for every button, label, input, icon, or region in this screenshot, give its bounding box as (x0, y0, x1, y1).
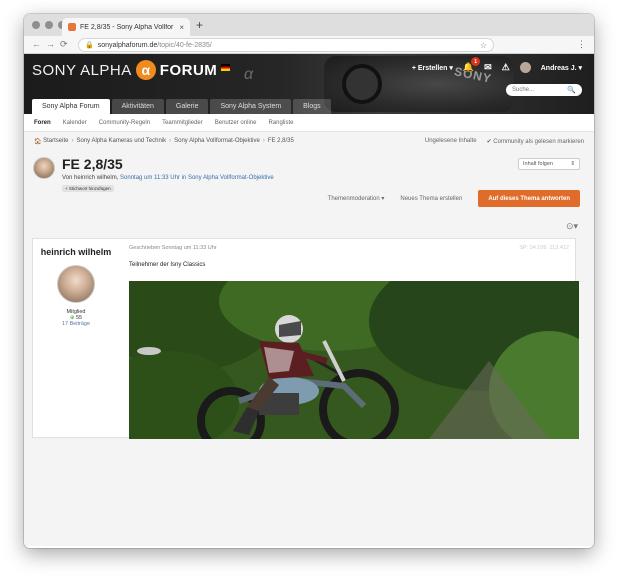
logo-text-sony-alpha: SONY ALPHA (32, 61, 132, 79)
share-menu-icon[interactable]: ⊙▾ (566, 221, 578, 232)
window-controls (32, 21, 66, 29)
warning-icon[interactable]: ⚠ (502, 62, 510, 73)
breadcrumb-separator: › (169, 138, 172, 144)
close-window-icon[interactable] (32, 21, 40, 29)
browser-window: FE 2,8/35 - Sony Alpha Vollfor × + ← → ⟳… (24, 14, 594, 548)
logo-alpha-badge: α (135, 60, 156, 80)
post-author-name[interactable]: heinrich wilhelm (33, 247, 119, 257)
add-tag-button[interactable]: + Stichwort hinzufügen (62, 185, 114, 192)
post-text: Teilnehmer der Isny Classics (129, 262, 206, 268)
follow-content-select[interactable]: Inhalt folgen ⇕ (518, 158, 580, 170)
subnav-kalender[interactable]: Kalender (63, 120, 87, 126)
topic-actions: Themenmoderation ▾ Neues Thema erstellen… (328, 190, 580, 207)
url-field[interactable]: 🔒 sonyalphaforum.de/topic/40-fe-2835/ ☆ (78, 38, 494, 52)
notifications-bell-icon[interactable]: 🔔 1 (463, 57, 481, 73)
topic-author-prefix: Von heinrich wilhelm, (62, 175, 121, 181)
logo-text-forum: FORUM (159, 61, 218, 79)
topic-meta: Von heinrich wilhelm, Sonntag um 11:33 U… (62, 175, 274, 181)
post-date: Geschrieben Sonntag um 11:33 Uhr (129, 245, 217, 251)
new-topic-button[interactable]: Neues Thema erstellen (400, 196, 462, 202)
breadcrumb-actions: Ungelesene Inhalte ✔ Community als geles… (425, 138, 584, 145)
user-bar: + Erstellen ▾ 🔔 1 ✉ ⚠ Andreas J. ▾ (412, 57, 582, 73)
post-body: Geschrieben Sonntag um 11:33 Uhr SP: 04.… (129, 245, 569, 268)
sub-navigation: Foren Kalender Community-Regeln Teammitg… (24, 114, 594, 132)
post-exif: SP: 04.109, 113.412 (519, 245, 569, 251)
subnav-community-regeln[interactable]: Community-Regeln (99, 120, 150, 126)
new-tab-button[interactable]: + (196, 18, 203, 32)
back-button[interactable]: ← (32, 39, 41, 49)
search-placeholder: Suche... (512, 87, 535, 93)
user-avatar[interactable] (519, 62, 531, 73)
post-photo[interactable] (129, 281, 579, 439)
reply-button[interactable]: Auf dieses Thema antworten (478, 190, 580, 207)
bookmark-star-icon[interactable]: ☆ (480, 41, 487, 50)
page-title: FE 2,8/35 (62, 156, 123, 172)
author-post-count[interactable]: 17 Beiträge (33, 321, 119, 327)
favicon-icon (68, 23, 76, 31)
post-card: heinrich wilhelm Mitglied ⊕ 55 17 Beiträ… (32, 238, 579, 439)
create-button[interactable]: + Erstellen ▾ (412, 64, 453, 72)
chevron-updown-icon: ⇕ (570, 161, 575, 167)
main-nav-tabs: Sony Alpha Forum Aktivitäten Galerie Son… (32, 99, 331, 114)
tab-sony-alpha-system[interactable]: Sony Alpha System (210, 99, 292, 114)
messages-envelope-icon[interactable]: ✉ (484, 62, 492, 73)
url-path: /topic/40-fe-2835/ (157, 41, 212, 49)
tab-aktivitaeten[interactable]: Aktivitäten (111, 99, 164, 114)
breadcrumb-startseite[interactable]: Startseite (43, 138, 68, 144)
breadcrumb-current: FE 2,8/35 (267, 138, 294, 144)
breadcrumb-vollformat-objektive[interactable]: Sony Alpha Vollformat-Objektive (174, 138, 260, 144)
notification-count-badge: 1 (471, 57, 481, 66)
subnav-benutzer-online[interactable]: Benutzer online (215, 120, 257, 126)
search-icon[interactable]: 🔍 (567, 86, 576, 94)
unread-content-link[interactable]: Ungelesene Inhalte (425, 138, 477, 145)
german-flag-icon (221, 64, 231, 71)
tab-galerie[interactable]: Galerie (165, 99, 209, 114)
tab-blogs[interactable]: Blogs (293, 99, 331, 114)
post-meta: Geschrieben Sonntag um 11:33 Uhr SP: 04.… (129, 245, 569, 251)
motocross-photo-image (129, 281, 579, 439)
subnav-foren[interactable]: Foren (34, 120, 51, 126)
topic-date-link[interactable]: Sonntag um 11:33 Uhr in Sony Alpha Vollf… (120, 175, 274, 181)
header-alpha-mark: α (244, 66, 254, 83)
tab-sony-alpha-forum[interactable]: Sony Alpha Forum (32, 99, 110, 114)
home-icon: 🏠 (34, 138, 44, 145)
subnav-rangliste[interactable]: Rangliste (268, 120, 293, 126)
lock-icon: 🔒 (85, 42, 94, 49)
breadcrumb-kameras-technik[interactable]: Sony Alpha Kameras und Technik (77, 138, 167, 144)
breadcrumb-separator: › (262, 138, 265, 144)
tab-title: FE 2,8/35 - Sony Alpha Vollfor (80, 23, 174, 31)
site-logo[interactable]: SONY ALPHA α FORUM (32, 60, 231, 80)
url-host: sonyalphaforum.de (97, 41, 158, 49)
forward-button[interactable]: → (46, 39, 55, 49)
topic-author-avatar[interactable] (33, 157, 55, 179)
moderation-menu-button[interactable]: Themenmoderation ▾ (328, 195, 385, 202)
mark-read-link[interactable]: ✔ Community als gelesen markieren (487, 138, 584, 145)
site-header: SONY α SONY ALPHA α FORUM + Erstellen ▾ … (24, 54, 594, 114)
post-author-panel: heinrich wilhelm Mitglied ⊕ 55 17 Beiträ… (33, 239, 119, 439)
browser-tab[interactable]: FE 2,8/35 - Sony Alpha Vollfor × (62, 18, 190, 36)
breadcrumb-separator: › (71, 138, 74, 144)
reload-button[interactable]: ⟳ (60, 39, 68, 50)
tab-bar: FE 2,8/35 - Sony Alpha Vollfor × + (24, 14, 594, 36)
follow-label: Inhalt folgen (523, 161, 553, 167)
breadcrumb: 🏠 Startseite › Sony Alpha Kameras und Te… (24, 132, 594, 150)
address-bar: ← → ⟳ 🔒 sonyalphaforum.de/topic/40-fe-28… (24, 36, 594, 54)
browser-menu-icon[interactable]: ⋮ (577, 39, 586, 50)
user-menu[interactable]: Andreas J. ▾ (541, 64, 582, 72)
minimize-window-icon[interactable] (45, 21, 53, 29)
post-author-avatar[interactable] (57, 265, 95, 303)
tab-close-icon[interactable]: × (179, 23, 184, 32)
subnav-teammitglieder[interactable]: Teammitglieder (162, 120, 203, 126)
camera-lens-image (342, 64, 382, 104)
search-input[interactable]: Suche... 🔍 (506, 84, 582, 96)
